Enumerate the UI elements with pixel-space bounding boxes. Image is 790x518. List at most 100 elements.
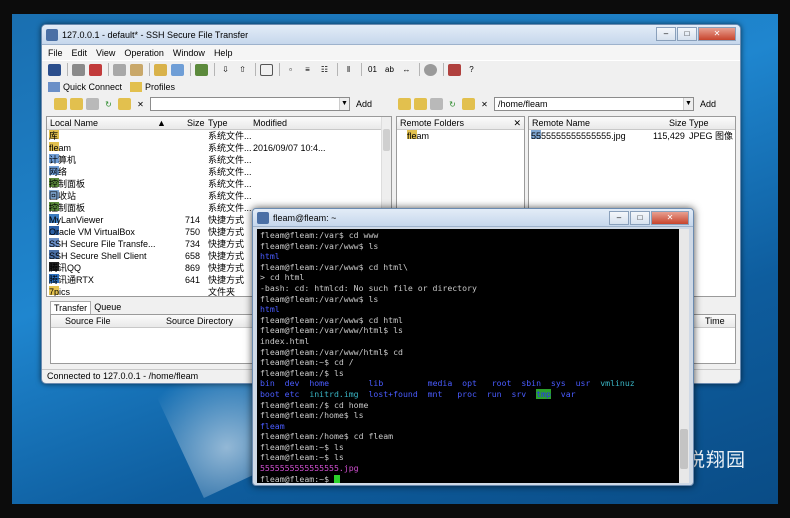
terminal-line: fleam@fleam:/var/www$ ls xyxy=(260,240,379,251)
local-new-folder-icon[interactable] xyxy=(86,98,99,110)
terminal-maximize-button[interactable]: □ xyxy=(630,211,650,225)
menu-help[interactable]: Help xyxy=(214,48,233,58)
stop-icon[interactable] xyxy=(424,63,437,76)
terminal-close-button[interactable]: ✕ xyxy=(651,211,689,225)
ls-entry: lost+found xyxy=(368,388,418,399)
local-file-name: fleam xyxy=(49,143,72,153)
sftp-titlebar[interactable]: 127.0.0.1 - default* - SSH Secure File T… xyxy=(42,25,740,45)
local-row[interactable]: fleam 系统文件... 2016/09/07 10:4... xyxy=(47,142,391,154)
remote-home-icon[interactable] xyxy=(414,98,427,110)
remote-folder-icon[interactable] xyxy=(462,98,475,110)
tab-queue[interactable]: Queue xyxy=(91,301,124,314)
local-file-type: 系统文件... xyxy=(208,179,252,189)
auto-mode-icon[interactable]: ↔ xyxy=(400,64,413,76)
ls-entry: proc xyxy=(457,388,477,399)
col-type[interactable]: Type xyxy=(208,118,228,128)
col-time[interactable]: Time xyxy=(705,316,725,326)
print-icon[interactable] xyxy=(72,63,85,76)
download-icon[interactable]: ⇩ xyxy=(219,64,232,76)
local-add-button[interactable]: Add xyxy=(356,99,372,109)
local-row[interactable]: 控制面板 系统文件... xyxy=(47,178,391,190)
local-refresh-icon[interactable]: ↻ xyxy=(102,98,115,110)
remote-delete-icon[interactable]: ✕ xyxy=(478,98,491,110)
local-row[interactable]: 回收站 系统文件... xyxy=(47,190,391,202)
local-row[interactable]: 计算机 系统文件... xyxy=(47,154,391,166)
remote-refresh-icon[interactable]: ↻ xyxy=(446,98,459,110)
copy-icon[interactable] xyxy=(113,63,126,76)
terminal-output[interactable]: fleam@fleam:/var$ cd www fleam@fleam:/va… xyxy=(257,229,681,483)
remote-path-combo[interactable]: /home/fleam ▼ xyxy=(494,97,694,111)
menu-edit[interactable]: Edit xyxy=(72,48,88,58)
paste-icon[interactable] xyxy=(130,63,143,76)
menu-view[interactable]: View xyxy=(96,48,115,58)
tab-transfer[interactable]: Transfer xyxy=(50,301,92,314)
help-icon[interactable]: ? xyxy=(465,64,478,76)
local-path-combo[interactable]: ▼ xyxy=(150,97,350,111)
quick-connect-button[interactable]: Quick Connect xyxy=(48,81,122,92)
list-view-icon[interactable]: ≡ xyxy=(301,64,314,76)
remote-row[interactable]: 5555555555555555.jpg 115,429 JPEG 图像 xyxy=(529,130,735,142)
local-delete-icon[interactable]: ✕ xyxy=(134,98,147,110)
terminal-minimize-button[interactable]: – xyxy=(609,211,629,225)
maximize-button[interactable]: □ xyxy=(677,27,697,41)
folder-name: fleam xyxy=(407,131,430,141)
ls-entry: run xyxy=(486,388,502,399)
local-file-name: 网络 xyxy=(49,167,68,177)
ls-entry: sbin xyxy=(521,378,542,389)
ls-entry: var xyxy=(560,388,576,399)
ls-entry: home xyxy=(309,378,330,389)
columns-icon[interactable]: ‖ xyxy=(342,64,355,76)
terminal-scrollbar[interactable] xyxy=(679,229,689,483)
local-file-type: 系统文件... xyxy=(208,203,252,213)
close-button[interactable]: ✕ xyxy=(698,27,736,41)
small-icons-icon[interactable]: ▫ xyxy=(284,64,297,76)
col-source-directory[interactable]: Source Directory xyxy=(166,316,233,326)
local-row[interactable]: 库 系统文件... xyxy=(47,130,391,142)
col-modified[interactable]: Modified xyxy=(253,118,287,128)
terminal-titlebar[interactable]: fleam@fleam: ~ – □ ✕ xyxy=(253,209,693,227)
menu-window[interactable]: Window xyxy=(173,48,205,58)
terminal-line: fleam@fleam:/var/www$ cd html\ xyxy=(260,261,408,272)
local-file-name: 控制面板 xyxy=(49,179,86,189)
new-folder-icon[interactable] xyxy=(154,63,167,76)
folder-icon xyxy=(130,81,143,92)
col-remote-name[interactable]: Remote Name xyxy=(532,118,590,128)
disconnect-icon[interactable] xyxy=(89,63,102,76)
chevron-down-icon[interactable]: ▼ xyxy=(339,98,349,110)
local-folder-icon[interactable] xyxy=(118,98,131,110)
terminal-icon[interactable] xyxy=(260,63,273,76)
col-size[interactable]: Size xyxy=(187,118,205,128)
remote-header: Remote Name Size Type xyxy=(529,117,735,130)
binary-mode-icon[interactable]: 01 xyxy=(366,64,379,76)
ls-entry: boot xyxy=(260,388,280,399)
local-file-type: 系统文件... xyxy=(208,143,252,153)
col-size[interactable]: Size xyxy=(669,118,687,128)
menu-file[interactable]: File xyxy=(48,48,63,58)
col-local-name[interactable]: Local Name xyxy=(50,118,98,128)
details-view-icon[interactable]: ☷ xyxy=(318,64,331,76)
ls-entry: dev xyxy=(284,378,300,389)
terminal-line: -bash: cd: htmlcd: No such file or direc… xyxy=(260,282,477,293)
terminal-line: html xyxy=(260,251,280,262)
save-icon[interactable] xyxy=(48,63,61,76)
connect-icon[interactable] xyxy=(195,63,208,76)
close-icon[interactable]: ✕ xyxy=(513,118,521,129)
col-source-file[interactable]: Source File xyxy=(65,316,111,326)
col-type[interactable]: Type xyxy=(689,118,709,128)
chevron-down-icon[interactable]: ▼ xyxy=(683,98,693,110)
remote-add-button[interactable]: Add xyxy=(700,99,716,109)
upload-icon[interactable]: ⇧ xyxy=(236,64,249,76)
local-up-folder-icon[interactable] xyxy=(54,98,67,110)
local-row[interactable]: 网络 系统文件... xyxy=(47,166,391,178)
ascii-mode-icon[interactable]: ab xyxy=(383,64,396,76)
profiles-button[interactable]: Profiles xyxy=(130,81,175,92)
local-home-icon[interactable] xyxy=(70,98,83,110)
remote-new-folder-icon[interactable] xyxy=(430,98,443,110)
folder-item[interactable]: fleam xyxy=(397,130,524,142)
menu-operation[interactable]: Operation xyxy=(124,48,164,58)
remote-up-folder-icon[interactable] xyxy=(398,98,411,110)
minimize-button[interactable]: – xyxy=(656,27,676,41)
remote-file-name: 5555555555555555.jpg xyxy=(531,131,626,141)
settings-icon[interactable] xyxy=(448,63,461,76)
refresh-icon[interactable] xyxy=(171,63,184,76)
